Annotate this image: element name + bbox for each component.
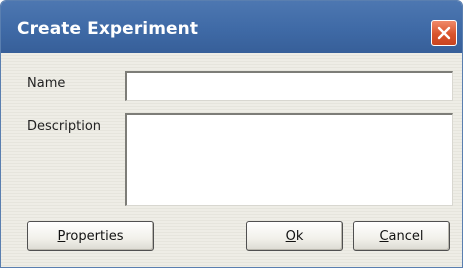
properties-mnemonic: P [57, 228, 66, 244]
close-button[interactable] [431, 20, 457, 46]
ok-mnemonic: O [285, 228, 296, 244]
close-icon [437, 26, 451, 40]
cancel-button[interactable]: Cancel [353, 221, 450, 251]
ok-label-rest: k [295, 228, 304, 244]
properties-button-label: Properties [58, 229, 124, 244]
ok-button-label: Ok [286, 229, 304, 244]
name-label: Name [27, 76, 66, 91]
properties-label-rest: roperties [65, 228, 124, 244]
cancel-button-label: Cancel [379, 229, 423, 244]
title-bar[interactable]: Create Experiment [1, 1, 462, 53]
properties-button[interactable]: Properties [27, 221, 154, 251]
cancel-label-rest: ancel [388, 228, 424, 244]
ok-button[interactable]: Ok [246, 221, 343, 251]
dialog-title: Create Experiment [17, 19, 199, 39]
description-label: Description [27, 119, 102, 134]
cancel-mnemonic: C [379, 228, 389, 244]
create-experiment-dialog: Create Experiment Name Description Prope… [0, 0, 463, 268]
description-field[interactable] [125, 113, 453, 206]
name-field[interactable] [125, 71, 453, 101]
dialog-body: Name Description Properties Ok Cancel [1, 53, 462, 267]
